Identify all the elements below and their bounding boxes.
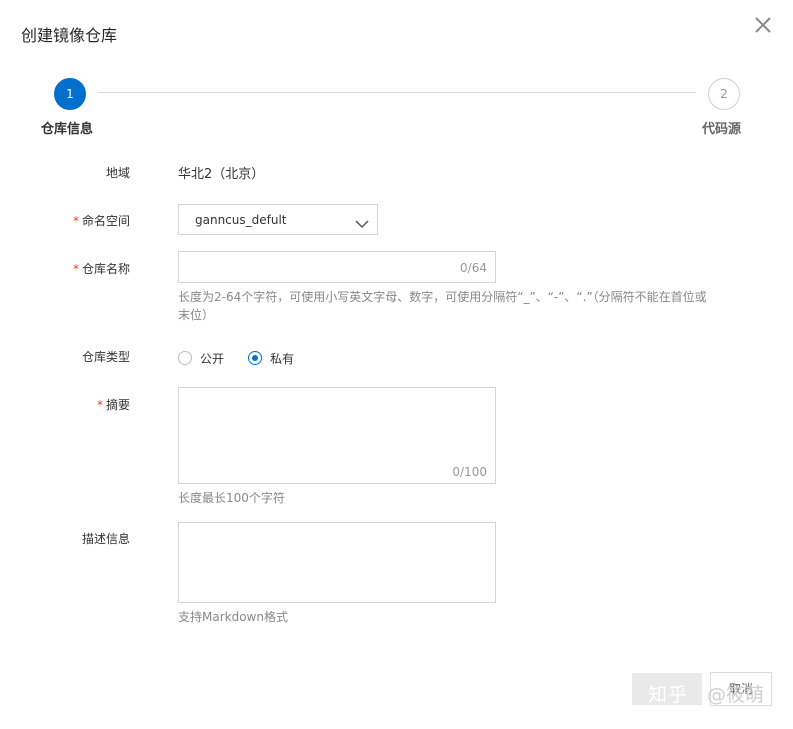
required-mark: * (72, 214, 79, 228)
step-connector (98, 92, 696, 93)
summary-help: 长度最长100个字符 (178, 491, 285, 505)
radio-private[interactable]: 私有 (248, 349, 294, 367)
step-1-indicator: 1 (54, 78, 86, 110)
description-textarea[interactable] (178, 522, 496, 603)
summary-label: * 摘要 (96, 398, 130, 412)
namespace-value: ganncus_defult (195, 213, 287, 227)
region-value: 华北2（北京） (178, 167, 265, 182)
step-2-indicator[interactable]: 2 (708, 78, 740, 110)
step-2-label: 代码源 (702, 122, 742, 137)
description-label: 描述信息 (81, 532, 130, 546)
required-mark: * (72, 262, 79, 276)
radio-public-label: 公开 (200, 351, 225, 366)
namespace-select[interactable]: ganncus_defult (178, 204, 378, 235)
step-1-label: 仓库信息 (41, 122, 94, 137)
chevron-down-icon (355, 214, 369, 229)
repo-type-label: 仓库类型 (81, 350, 130, 364)
repo-name-input[interactable]: 0/64 (178, 251, 496, 283)
radio-private-circle[interactable] (248, 351, 262, 365)
repo-name-label: * 仓库名称 (72, 262, 130, 276)
dialog-title: 创建镜像仓库 (21, 26, 118, 45)
description-help: 支持Markdown格式 (178, 610, 288, 624)
watermark-text: 知乎 (648, 684, 689, 706)
close-icon[interactable] (752, 14, 774, 36)
radio-private-label: 私有 (270, 351, 295, 366)
namespace-label: * 命名空间 (72, 214, 130, 228)
summary-textarea[interactable]: 0/100 (178, 387, 496, 484)
required-mark: * (96, 398, 103, 412)
radio-public[interactable]: 公开 (178, 349, 224, 367)
region-label: 地域 (105, 166, 130, 180)
repo-name-help-line-2: 末位） (178, 308, 215, 322)
repo-name-help-line-1: 长度为2-64个字符，可使用小写英文字母、数字，可使用分隔符“_”、“-”、“.… (178, 290, 707, 304)
radio-public-circle[interactable] (178, 351, 192, 365)
repo-name-counter: 0/64 (460, 261, 487, 275)
summary-counter: 0/100 (452, 465, 487, 479)
watermark-handle: @筱萌 (707, 684, 765, 706)
